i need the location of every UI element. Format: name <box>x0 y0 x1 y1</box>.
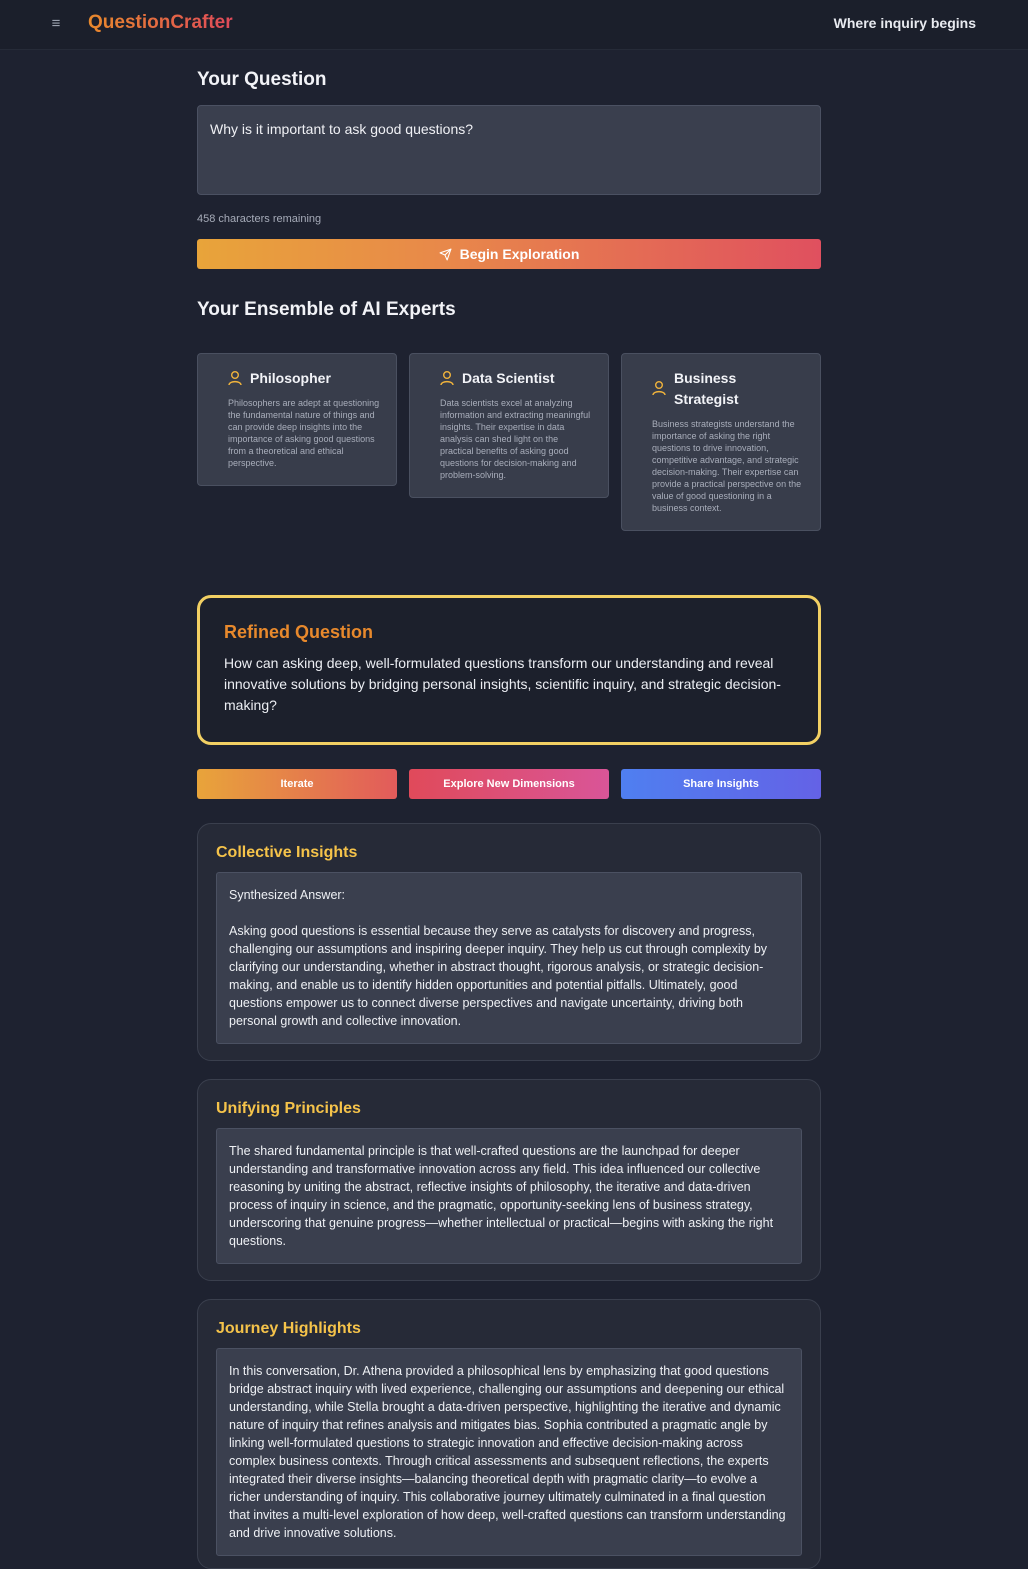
explore-new-dimensions-button[interactable]: Explore New Dimensions <box>409 769 609 799</box>
journey-highlights-text: In this conversation, Dr. Athena provide… <box>216 1348 802 1556</box>
send-icon <box>439 248 452 260</box>
unifying-principles-title: Unifying Principles <box>216 1100 361 1117</box>
collective-insights-card: Collective Insights Synthesized Answer: … <box>197 823 821 1061</box>
iterate-button[interactable]: Iterate <box>197 769 397 799</box>
question-heading: Your Question <box>197 69 327 90</box>
expert-card-business-strategist[interactable]: Business Strategist Business strategists… <box>621 353 821 531</box>
synthesized-answer-label: Synthesized Answer: <box>229 888 346 902</box>
unifying-principles-text: The shared fundamental principle is that… <box>216 1128 802 1264</box>
journey-highlights-title: Journey Highlights <box>216 1320 361 1337</box>
collective-insights-body: Synthesized Answer: Asking good question… <box>216 872 802 1044</box>
hamburger-menu-icon[interactable]: ≡ <box>48 15 64 33</box>
refined-question-text: How can asking deep, well-formulated que… <box>224 655 781 713</box>
unifying-principles-card: Unifying Principles The shared fundament… <box>197 1079 821 1281</box>
top-bar: ≡ QuestionCrafter Where inquiry begins <box>0 0 1028 50</box>
collective-insights-title: Collective Insights <box>216 844 358 861</box>
expert-card-philosopher[interactable]: Philosopher Philosophers are adept at qu… <box>197 353 397 486</box>
journey-highlights-card: Journey Highlights In this conversation,… <box>197 1299 821 1569</box>
begin-exploration-button[interactable]: Begin Exploration <box>197 239 821 269</box>
person-icon <box>652 381 666 396</box>
tagline: Where inquiry begins <box>833 15 976 31</box>
refined-question-panel: Refined Question How can asking deep, we… <box>197 595 821 745</box>
person-icon <box>440 371 454 386</box>
begin-exploration-label: Begin Exploration <box>459 246 580 262</box>
expert-card-data-scientist[interactable]: Data Scientist Data scientists excel at … <box>409 353 609 498</box>
brand-logo[interactable]: QuestionCrafter <box>88 12 233 34</box>
expert-name: Philosopher <box>250 370 331 386</box>
expert-name: Business Strategist <box>674 370 739 407</box>
characters-remaining: 458 characters remaining <box>197 213 322 225</box>
expert-name: Data Scientist <box>462 370 555 386</box>
share-insights-button[interactable]: Share Insights <box>621 769 821 799</box>
refined-question-title: Refined Question <box>224 622 374 642</box>
expert-description: Business strategists understand the impo… <box>652 419 802 513</box>
expert-description: Philosophers are adept at questioning th… <box>228 398 380 468</box>
synthesized-answer-text: Asking good questions is essential becau… <box>229 924 768 1028</box>
experts-heading: Your Ensemble of AI Experts <box>197 299 456 320</box>
expert-description: Data scientists excel at analyzing infor… <box>440 398 591 480</box>
question-input[interactable]: Why is it important to ask good question… <box>197 105 821 195</box>
person-icon <box>228 371 242 386</box>
